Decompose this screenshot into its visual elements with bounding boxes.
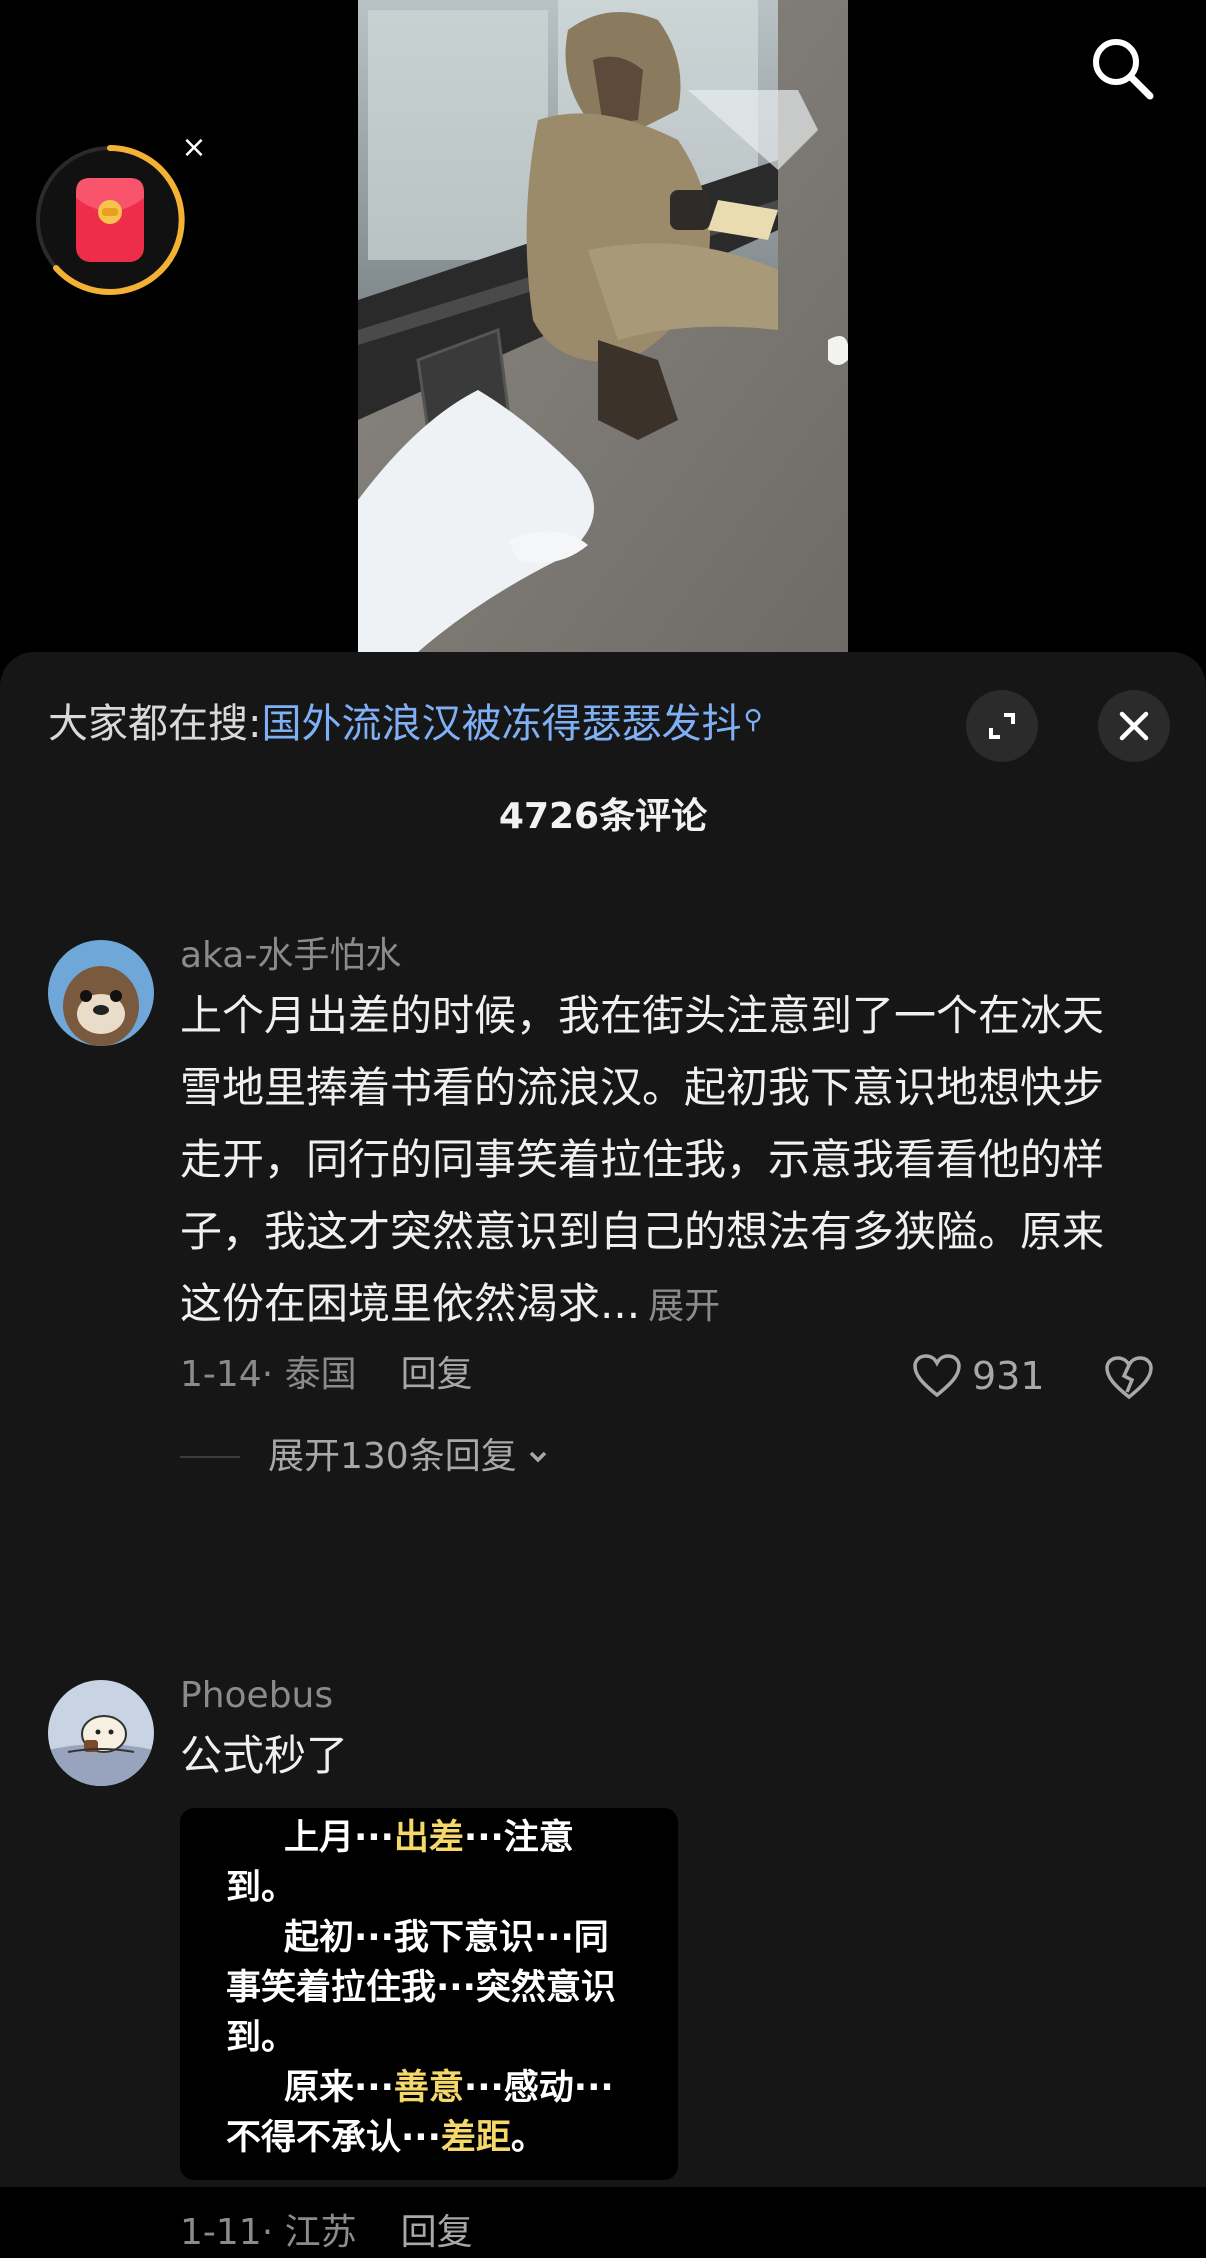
- sticker-line: 原来···善意···感动···: [284, 2062, 614, 2114]
- expand-button[interactable]: [966, 690, 1038, 762]
- comment-location: · 泰国: [261, 1354, 357, 1395]
- chevron-down-icon: [529, 1451, 546, 1463]
- sticker-line: 不得不承认···差距。: [226, 2112, 546, 2164]
- comment-line: 这份在困境里依然渴求...: [180, 1279, 641, 1328]
- avatar[interactable]: [48, 940, 154, 1046]
- comment-username[interactable]: aka-水手怕水: [180, 932, 401, 980]
- red-packet-icon: [36, 145, 185, 295]
- comment-line: 走开，同行的同事笑着拉住我，示意我看看他的样: [180, 1135, 1105, 1184]
- sticker-highlight: 差距: [440, 2118, 511, 2158]
- comment-date: 1-11: [180, 2212, 262, 2253]
- sticker-text: 原来···: [284, 2068, 394, 2108]
- sticker-text: ···感动···: [463, 2068, 614, 2108]
- expand-replies-label: 展开130条回复: [268, 1436, 517, 1477]
- sticker-text: 上月···: [284, 1818, 394, 1858]
- comment-username[interactable]: Phoebus: [180, 1672, 333, 1720]
- heart-icon: [913, 1354, 961, 1398]
- sticker-highlight: 出差: [393, 1818, 464, 1858]
- search-icon: ⚲: [743, 705, 763, 735]
- red-packet-close-button[interactable]: ×: [180, 133, 208, 163]
- otter-avatar-image: [48, 940, 154, 1046]
- like-count: 931: [972, 1354, 1045, 1398]
- broken-heart-icon: [1105, 1356, 1153, 1400]
- divider-line: [180, 1456, 240, 1458]
- sticker-highlight: 善意: [393, 2068, 464, 2108]
- search-button[interactable]: [1086, 32, 1158, 104]
- sticker-line: 到。: [226, 1868, 297, 1908]
- comment-sticker-image[interactable]: 上月···出差···注意 到。 起初···我下意识···同 事笑着拉住我···突…: [180, 1808, 678, 2180]
- expand-comment-link[interactable]: 展开: [648, 1286, 720, 1327]
- video-frame[interactable]: [358, 0, 848, 652]
- dislike-button[interactable]: [1104, 1346, 1154, 1406]
- sticker-line: 到。: [226, 2018, 297, 2058]
- cartoon-avatar-image: [48, 1680, 154, 1786]
- comments-sheet: 大家都在搜:国外流浪汉被冻得瑟瑟发抖⚲ 4726条评论 aka-水手怕水 上个月…: [0, 652, 1206, 2253]
- hot-search-query-link[interactable]: 国外流浪汉被冻得瑟瑟发抖: [261, 701, 741, 747]
- reply-button[interactable]: 回复: [401, 1354, 473, 1395]
- hot-search-bar[interactable]: 大家都在搜:国外流浪汉被冻得瑟瑟发抖⚲: [48, 696, 763, 752]
- video-thumbnail-image: [358, 0, 848, 652]
- avatar[interactable]: [48, 1680, 154, 1786]
- red-packet-widget[interactable]: [34, 144, 186, 296]
- search-icon: [1093, 39, 1154, 100]
- hot-search-label: 大家都在搜:: [48, 701, 262, 747]
- sticker-text: 不得不承认···: [226, 2118, 441, 2158]
- sticker-text: 。: [510, 2118, 546, 2158]
- comment-text: 上个月出差的时候，我在街头注意到了一个在冰天 雪地里捧着书看的流浪汉。起初我下意…: [180, 980, 1160, 1343]
- sticker-text: ···注意: [463, 1818, 574, 1858]
- comment-count: 4726条评论: [498, 796, 708, 837]
- video-area[interactable]: ×: [0, 0, 1206, 655]
- close-icon: [1119, 711, 1149, 741]
- comment-line: 雪地里捧着书看的流浪汉。起初我下意识地想快步: [180, 1063, 1105, 1112]
- like-button[interactable]: 931: [912, 1346, 1045, 1406]
- comment-meta: 1-11· 江苏 回复: [180, 2208, 473, 2258]
- sticker-line: 事笑着拉住我···突然意识: [226, 1968, 616, 2008]
- comment-meta: 1-14· 泰国 回复: [180, 1350, 473, 1400]
- reply-button[interactable]: 回复: [401, 2212, 473, 2253]
- expand-icon: [989, 713, 1015, 739]
- comment-line: 子，我这才突然意识到自己的想法有多狭隘。原来: [180, 1207, 1105, 1256]
- comment-date: 1-14: [180, 1354, 262, 1395]
- sticker-line: 上月···出差···注意: [284, 1812, 574, 1864]
- expand-replies-button[interactable]: 展开130条回复: [180, 1432, 555, 1482]
- comment-line: 上个月出差的时候，我在街头注意到了一个在冰天: [180, 991, 1105, 1040]
- close-button[interactable]: [1098, 690, 1170, 762]
- comment-line-last: 这份在困境里依然渴求... 展开: [180, 1268, 1160, 1343]
- comment-location: · 江苏: [261, 2212, 357, 2253]
- comment-text: 公式秒了: [180, 1731, 349, 1780]
- sticker-line: 起初···我下意识···同: [284, 1918, 609, 1958]
